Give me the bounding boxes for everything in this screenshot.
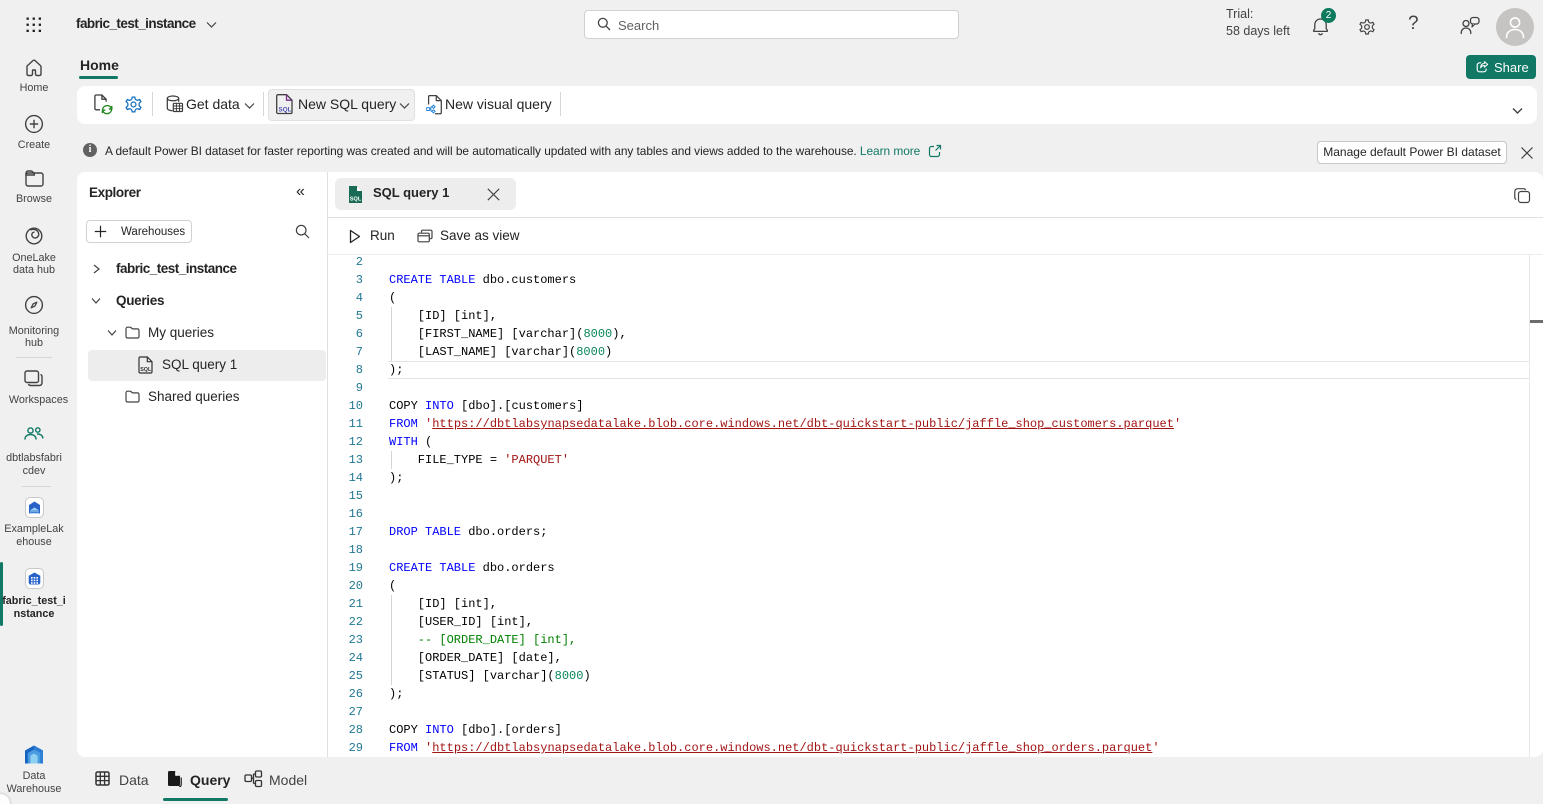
svg-text:SQL: SQL (140, 367, 152, 373)
svg-text:SQL: SQL (279, 107, 292, 114)
